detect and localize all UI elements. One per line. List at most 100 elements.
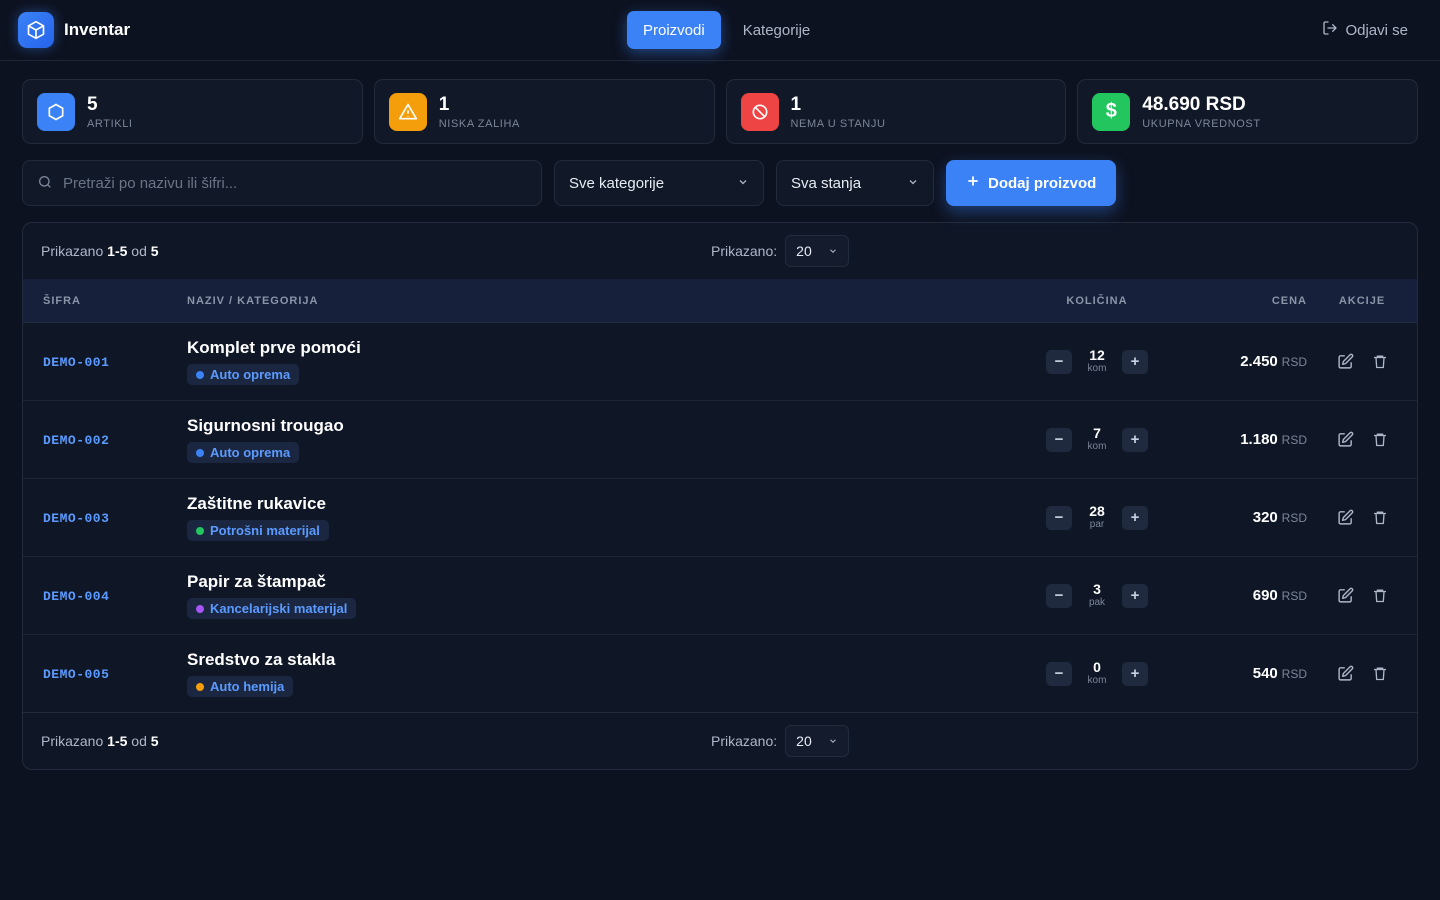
decrement-button[interactable]: −	[1046, 349, 1072, 374]
table-row: DEMO-003 Zaštitne rukavice Potrošni mate…	[23, 479, 1417, 557]
decrement-button[interactable]: −	[1046, 427, 1072, 452]
brand[interactable]: Inventar	[18, 12, 130, 48]
quantity-value: 7	[1093, 424, 1101, 441]
price-currency: RSD	[1281, 511, 1307, 525]
edit-icon[interactable]	[1337, 587, 1354, 604]
logout-button[interactable]: Odjavi se	[1322, 20, 1408, 40]
edit-icon[interactable]	[1337, 665, 1354, 682]
pager-bottom: Prikazano 1-5 od 5 Prikazano: 20	[23, 713, 1417, 769]
quantity-unit: kom	[1087, 440, 1107, 452]
price-value: 2.450	[1240, 353, 1278, 370]
main-nav: Proizvodi Kategorije	[627, 11, 826, 49]
price-value: 690	[1252, 587, 1278, 604]
stat-label: NEMA U STANJU	[790, 117, 886, 130]
header-code[interactable]: ŠIFRA	[23, 295, 187, 307]
logout-icon	[1322, 20, 1338, 40]
stat-label: NISKA ZALIHA	[438, 117, 520, 130]
increment-button[interactable]: +	[1122, 427, 1148, 452]
category-label: Potrošni materijal	[210, 523, 320, 538]
search-icon	[37, 174, 53, 193]
dollar-icon: $	[1092, 92, 1131, 131]
add-product-button[interactable]: Dodaj proizvod	[946, 160, 1117, 206]
table-row: DEMO-001 Komplet prve pomoći Auto oprema…	[23, 323, 1417, 401]
pager-prefix: Prikazano	[41, 243, 104, 259]
table-body: DEMO-001 Komplet prve pomoći Auto oprema…	[23, 323, 1417, 713]
price-value: 320	[1252, 509, 1278, 526]
products-table-card: Prikazano 1-5 od 5 Prikazano: 20 ŠIFRA N…	[22, 222, 1418, 770]
header-qty[interactable]: KOLIČINA	[1027, 295, 1167, 307]
tab-kategorije[interactable]: Kategorije	[727, 11, 827, 49]
trash-icon[interactable]	[1372, 509, 1388, 526]
stat-value: 1	[438, 93, 450, 115]
per-page-label: Prikazano:	[711, 733, 778, 749]
quantity-unit: pak	[1088, 596, 1106, 608]
per-page-select[interactable]: 20	[785, 725, 850, 757]
status-select[interactable]: Sva stanja	[776, 160, 934, 206]
edit-icon[interactable]	[1337, 509, 1354, 526]
decrement-button[interactable]: −	[1046, 505, 1072, 530]
per-page-value: 20	[796, 733, 812, 749]
quantity-stepper: − 7 kom +	[1046, 424, 1148, 453]
add-product-label: Dodaj proizvod	[988, 174, 1097, 192]
price-value: 540	[1252, 665, 1278, 682]
search-box	[22, 160, 542, 206]
quantity-unit: kom	[1087, 362, 1107, 374]
header-name[interactable]: NAZIV / KATEGORIJA	[187, 295, 1027, 307]
product-code[interactable]: DEMO-001	[43, 355, 109, 370]
app-title: Inventar	[64, 20, 131, 39]
category-dot	[196, 604, 204, 613]
category-badge: Auto oprema	[187, 364, 300, 385]
search-input[interactable]	[63, 174, 527, 192]
quantity-stepper: − 12 kom +	[1046, 346, 1148, 375]
decrement-button[interactable]: −	[1046, 661, 1072, 686]
trash-icon[interactable]	[1372, 587, 1388, 604]
logout-label: Odjavi se	[1345, 21, 1408, 39]
price-currency: RSD	[1281, 589, 1307, 603]
category-label: Auto hemija	[210, 679, 285, 694]
per-page-select[interactable]: 20	[785, 235, 850, 267]
quantity-value: 12	[1089, 346, 1105, 363]
increment-button[interactable]: +	[1122, 583, 1148, 608]
trash-icon[interactable]	[1372, 665, 1388, 682]
quantity-unit: par	[1089, 518, 1105, 530]
category-dot	[196, 370, 204, 379]
edit-icon[interactable]	[1337, 431, 1354, 448]
tab-proizvodi[interactable]: Proizvodi	[627, 11, 721, 49]
top-bar: Inventar Proizvodi Kategorije Odjavi se	[0, 0, 1440, 61]
product-code[interactable]: DEMO-002	[43, 433, 109, 448]
price-currency: RSD	[1281, 433, 1307, 447]
stat-card-total-value: $ 48.690 RSD UKUPNA VREDNOST	[1077, 79, 1418, 144]
edit-icon[interactable]	[1337, 353, 1354, 370]
trash-icon[interactable]	[1372, 353, 1388, 370]
decrement-button[interactable]: −	[1046, 583, 1072, 608]
product-code[interactable]: DEMO-005	[43, 667, 109, 682]
increment-button[interactable]: +	[1122, 349, 1148, 374]
header-actions: AKCIJE	[1338, 294, 1386, 307]
per-page-value: 20	[796, 243, 812, 259]
product-code[interactable]: DEMO-004	[43, 589, 109, 604]
chevron-down-icon	[907, 175, 919, 192]
table-row: DEMO-002 Sigurnosni trougao Auto oprema …	[23, 401, 1417, 479]
pager-total: 5	[150, 733, 159, 749]
increment-button[interactable]: +	[1122, 661, 1148, 686]
category-label: Auto oprema	[210, 445, 291, 460]
stat-label: UKUPNA VREDNOST	[1142, 117, 1261, 130]
quantity-unit: kom	[1087, 674, 1107, 686]
category-label: Auto oprema	[210, 367, 291, 382]
category-badge: Kancelarijski materijal	[187, 598, 357, 619]
category-dot	[196, 448, 204, 457]
table-header: ŠIFRA NAZIV / KATEGORIJA KOLIČINA CENA A…	[23, 279, 1417, 323]
stat-value: 48.690 RSD	[1142, 93, 1246, 115]
increment-button[interactable]: +	[1122, 505, 1148, 530]
box-icon	[37, 92, 75, 131]
pager-summary: Prikazano 1-5 od 5	[41, 243, 159, 259]
header-price[interactable]: CENA	[1167, 295, 1307, 307]
trash-icon[interactable]	[1372, 431, 1388, 448]
table-row: DEMO-005 Sredstvo za stakla Auto hemija …	[23, 635, 1417, 713]
product-name: Papir za štampač	[187, 572, 326, 591]
category-select[interactable]: Sve kategorije	[554, 160, 764, 206]
cube-icon	[18, 12, 54, 48]
stats-row: 5 ARTIKLI 1 NISKA ZALIHA 1 NEMA U STANJU…	[0, 61, 1440, 144]
product-code[interactable]: DEMO-003	[43, 511, 109, 526]
product-name: Zaštitne rukavice	[187, 494, 326, 513]
